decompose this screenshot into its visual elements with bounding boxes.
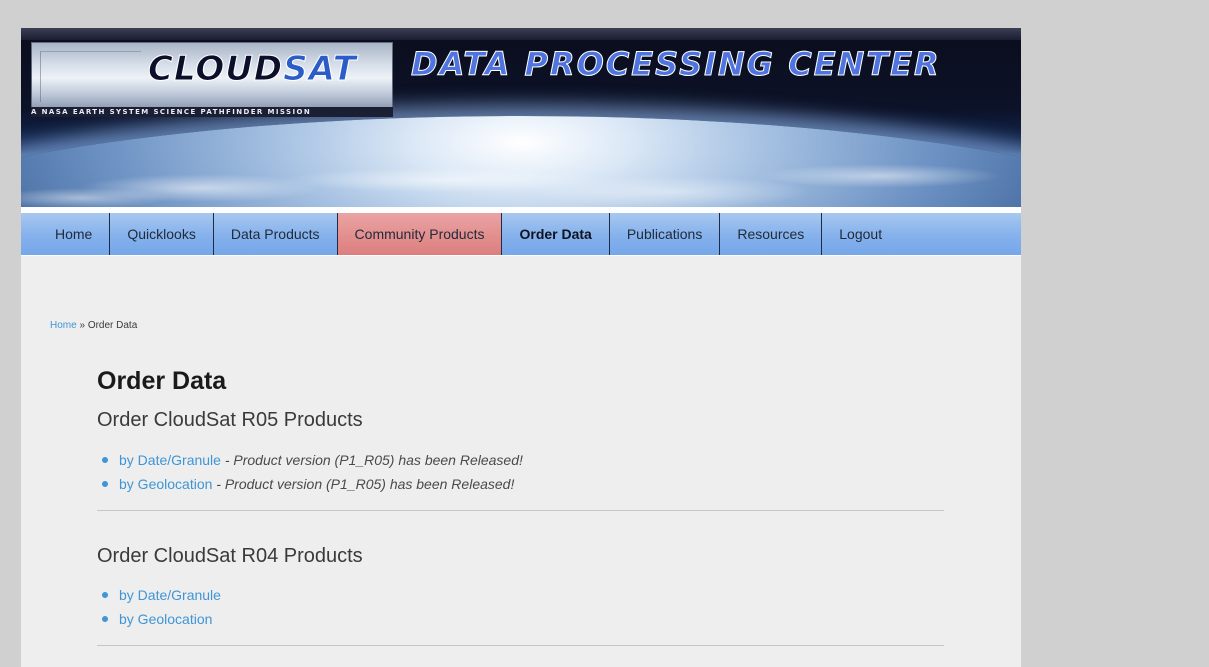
page-container: CLOUDSAT A NASA EARTH SYSTEM SCIENCE PAT… xyxy=(21,28,1021,667)
bullet-icon xyxy=(102,457,108,463)
section-heading-r04: Order CloudSat R04 Products xyxy=(97,545,363,567)
nav-item-resources[interactable]: Resources xyxy=(720,213,823,255)
logo-grid-decoration xyxy=(40,51,141,102)
list-item: by Geolocation - Product version (P1_R05… xyxy=(102,472,944,496)
nav-item-data-products[interactable]: Data Products xyxy=(214,213,338,255)
section-divider xyxy=(97,645,944,646)
main-content: Order Data Order CloudSat R05 Products b… xyxy=(97,364,944,646)
page-title: Order Data xyxy=(97,367,227,395)
r05-link-list: by Date/Granule - Product version (P1_R0… xyxy=(97,448,944,496)
r05-date-granule-link[interactable]: by Date/Granule xyxy=(119,452,221,468)
breadcrumb: Home » Order Data xyxy=(50,320,137,331)
bullet-icon xyxy=(102,481,108,487)
nav-item-quicklooks[interactable]: Quicklooks xyxy=(110,213,214,255)
section-divider xyxy=(97,510,944,511)
breadcrumb-separator: » xyxy=(76,320,88,331)
r04-geolocation-link[interactable]: by Geolocation xyxy=(119,611,212,627)
nav-item-order-data[interactable]: Order Data xyxy=(502,213,610,255)
list-item: by Date/Granule xyxy=(102,583,944,607)
main-nav: Home Quicklooks Data Products Community … xyxy=(21,213,1021,256)
cloudsat-logo[interactable]: CLOUDSAT xyxy=(31,42,393,114)
header-banner: CLOUDSAT A NASA EARTH SYSTEM SCIENCE PAT… xyxy=(21,28,1021,207)
breadcrumb-current: Order Data xyxy=(87,320,138,331)
bullet-icon xyxy=(102,616,108,622)
list-item: by Geolocation xyxy=(102,607,944,631)
nav-item-logout[interactable]: Logout xyxy=(822,213,899,255)
logo-tagline: A NASA EARTH SYSTEM SCIENCE PATHFINDER M… xyxy=(31,108,312,116)
banner-top-band xyxy=(21,28,1021,40)
nav-item-community-products[interactable]: Community Products xyxy=(337,213,503,255)
r04-link-list: by Date/Granule by Geolocation xyxy=(97,583,944,631)
breadcrumb-home-link[interactable]: Home xyxy=(50,320,77,331)
section-heading-r05: Order CloudSat R05 Products xyxy=(97,409,363,431)
r04-date-granule-link[interactable]: by Date/Granule xyxy=(119,587,221,603)
logo-word-part2: SAT xyxy=(283,49,357,90)
release-note: - Product version (P1_R05) has been Rele… xyxy=(220,452,523,468)
cloud-layer-image xyxy=(21,128,1021,207)
site-title: DATA PROCESSING CENTER xyxy=(411,45,941,84)
logo-wordmark: CLOUDSAT xyxy=(147,49,357,90)
nav-item-publications[interactable]: Publications xyxy=(610,213,721,255)
release-note: - Product version (P1_R05) has been Rele… xyxy=(212,476,515,492)
bullet-icon xyxy=(102,592,108,598)
logo-word-part1: CLOUD xyxy=(147,49,284,90)
nav-item-home[interactable]: Home xyxy=(38,213,111,255)
list-item: by Date/Granule - Product version (P1_R0… xyxy=(102,448,944,472)
r05-geolocation-link[interactable]: by Geolocation xyxy=(119,476,212,492)
